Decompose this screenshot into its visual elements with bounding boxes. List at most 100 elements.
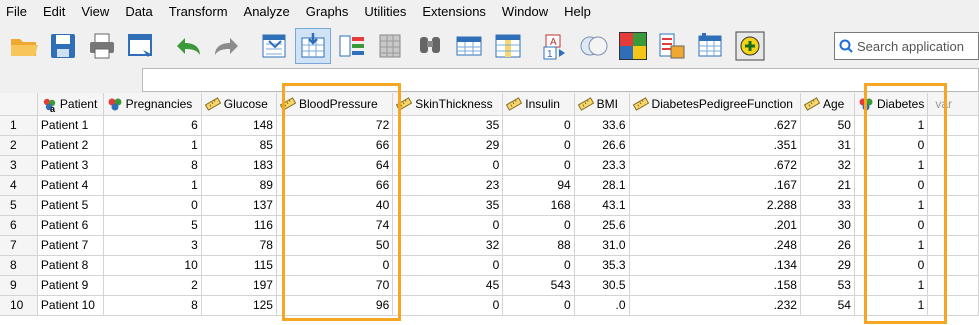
menu-extensions[interactable]: Extensions: [414, 0, 494, 24]
data-cell[interactable]: 32: [800, 155, 855, 176]
data-cell[interactable]: 33: [800, 195, 855, 216]
insert-cases-icon[interactable]: [451, 28, 487, 64]
menu-utilities[interactable]: Utilities: [356, 0, 414, 24]
data-cell[interactable]: 125: [201, 295, 277, 316]
data-cell[interactable]: 0: [502, 155, 575, 176]
run-descriptives-icon[interactable]: [373, 28, 409, 64]
empty-cell[interactable]: [927, 255, 979, 276]
data-cell[interactable]: 30.5: [574, 275, 630, 296]
data-cell[interactable]: Patient 3: [37, 155, 104, 176]
data-cell[interactable]: 8: [103, 155, 202, 176]
data-cell[interactable]: 29: [392, 135, 504, 156]
data-cell[interactable]: 53: [800, 275, 855, 296]
data-cell[interactable]: 3: [103, 235, 202, 256]
undo-icon[interactable]: [170, 28, 206, 64]
data-cell[interactable]: .232: [629, 295, 801, 316]
column-header-bloodpressure[interactable]: BloodPressure: [276, 93, 394, 116]
corner-cell[interactable]: [0, 93, 38, 116]
data-cell[interactable]: .167: [629, 175, 801, 196]
data-cell[interactable]: 72: [276, 115, 394, 136]
data-cell[interactable]: Patient 9: [37, 275, 104, 296]
row-number[interactable]: 2: [0, 135, 38, 156]
data-cell[interactable]: .134: [629, 255, 801, 276]
data-cell[interactable]: .201: [629, 215, 801, 236]
column-header-glucose[interactable]: Glucose: [201, 93, 277, 116]
data-cell[interactable]: 40: [276, 195, 394, 216]
column-header-skinthickness[interactable]: SkinThickness: [392, 93, 504, 116]
data-cell[interactable]: Patient 8: [37, 255, 104, 276]
data-cell[interactable]: 6: [103, 115, 202, 136]
use-variable-sets-icon[interactable]: [693, 28, 729, 64]
cell-editor-field[interactable]: [142, 68, 979, 92]
select-cases-icon[interactable]: [615, 28, 651, 64]
data-cell[interactable]: 543: [502, 275, 575, 296]
column-header-age[interactable]: Age: [800, 93, 855, 116]
data-cell[interactable]: Patient 1: [37, 115, 104, 136]
menu-edit[interactable]: Edit: [35, 0, 73, 24]
data-cell[interactable]: 50: [276, 235, 394, 256]
menu-window[interactable]: Window: [494, 0, 556, 24]
data-cell[interactable]: 29: [800, 255, 855, 276]
menu-file[interactable]: File: [0, 0, 35, 24]
data-cell[interactable]: 1: [854, 195, 929, 216]
data-cell[interactable]: 89: [201, 175, 277, 196]
data-cell[interactable]: 0: [854, 135, 929, 156]
column-header-bmi[interactable]: BMI: [574, 93, 630, 116]
row-number[interactable]: 5: [0, 195, 38, 216]
data-cell[interactable]: 8: [103, 295, 202, 316]
data-cell[interactable]: .158: [629, 275, 801, 296]
row-number[interactable]: 9: [0, 275, 38, 296]
save-icon[interactable]: [45, 28, 81, 64]
data-cell[interactable]: 0: [276, 255, 394, 276]
data-cell[interactable]: 0: [392, 295, 504, 316]
empty-cell[interactable]: [927, 235, 979, 256]
data-cell[interactable]: Patient 6: [37, 215, 104, 236]
data-cell[interactable]: Patient 10: [37, 295, 104, 316]
data-cell[interactable]: 0: [502, 135, 575, 156]
data-cell[interactable]: 31.0: [574, 235, 630, 256]
search-input[interactable]: [857, 38, 975, 54]
row-number[interactable]: 4: [0, 175, 38, 196]
row-number[interactable]: 7: [0, 235, 38, 256]
data-cell[interactable]: 0: [103, 195, 202, 216]
data-cell[interactable]: 0: [392, 255, 504, 276]
data-cell[interactable]: 54: [800, 295, 855, 316]
data-cell[interactable]: 1: [854, 275, 929, 296]
data-cell[interactable]: 31: [800, 135, 855, 156]
column-header-patient[interactable]: a Patient: [37, 93, 104, 116]
variables-icon[interactable]: [334, 28, 370, 64]
goto-variable-icon[interactable]: [295, 28, 331, 64]
data-cell[interactable]: 26.6: [574, 135, 630, 156]
data-cell[interactable]: 78: [201, 235, 277, 256]
menu-analyze[interactable]: Analyze: [236, 0, 298, 24]
show-all-variables-icon[interactable]: [732, 28, 768, 64]
data-cell[interactable]: 148: [201, 115, 277, 136]
data-cell[interactable]: 183: [201, 155, 277, 176]
insert-variable-icon[interactable]: [490, 28, 526, 64]
data-cell[interactable]: 0: [502, 255, 575, 276]
data-cell[interactable]: 70: [276, 275, 394, 296]
data-cell[interactable]: 43.1: [574, 195, 630, 216]
data-cell[interactable]: 66: [276, 175, 394, 196]
menu-data[interactable]: Data: [117, 0, 160, 24]
data-cell[interactable]: 28.1: [574, 175, 630, 196]
column-header-insulin[interactable]: Insulin: [502, 93, 575, 116]
empty-cell[interactable]: [927, 215, 979, 236]
empty-cell[interactable]: [927, 115, 979, 136]
print-icon[interactable]: [84, 28, 120, 64]
data-cell[interactable]: 0: [392, 155, 504, 176]
data-cell[interactable]: 26: [800, 235, 855, 256]
data-cell[interactable]: 25.6: [574, 215, 630, 236]
row-number[interactable]: 10: [0, 295, 38, 316]
data-cell[interactable]: .627: [629, 115, 801, 136]
redo-icon[interactable]: [209, 28, 245, 64]
row-number[interactable]: 3: [0, 155, 38, 176]
data-cell[interactable]: 23.3: [574, 155, 630, 176]
dialog-recall-icon[interactable]: [123, 28, 159, 64]
data-cell[interactable]: 0: [392, 215, 504, 236]
data-cell[interactable]: 45: [392, 275, 504, 296]
data-cell[interactable]: 96: [276, 295, 394, 316]
empty-cell[interactable]: [927, 195, 979, 216]
find-icon[interactable]: [412, 28, 448, 64]
split-file-icon[interactable]: A1: [537, 28, 573, 64]
